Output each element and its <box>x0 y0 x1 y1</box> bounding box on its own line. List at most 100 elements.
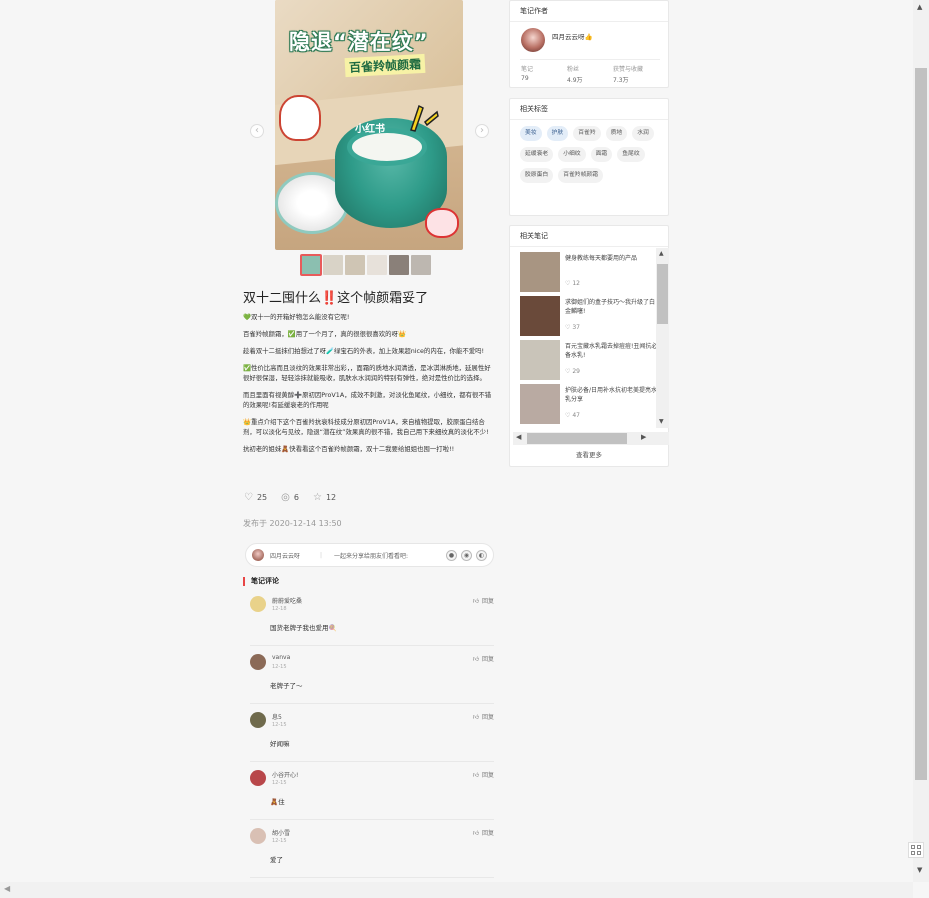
avatar[interactable] <box>250 712 266 728</box>
image-thumbnail[interactable] <box>367 255 387 275</box>
tag-chip[interactable]: 面霜 <box>590 147 613 162</box>
related-vertical-scrollbar[interactable]: ▲ ▼ <box>656 248 669 428</box>
scroll-up-icon[interactable]: ▲ <box>659 250 664 257</box>
related-note-item[interactable]: 求御姐们的盒子技巧～我升级了白金麟噻! ♡ 37 <box>520 296 660 338</box>
cover-image[interactable]: 隐退“潜在纹” 百雀羚帧颜霜 小红书 <box>275 0 463 250</box>
reply-button[interactable]: 👍︎ 回复 <box>473 770 494 780</box>
scroll-up-icon[interactable]: ▲ <box>917 3 922 11</box>
thumb-up-icon[interactable]: 👍︎ <box>473 771 479 779</box>
avatar[interactable] <box>252 549 264 561</box>
scroll-left-icon[interactable]: ◀ <box>4 884 10 893</box>
comment-author[interactable]: 蔚蔚爱吃桑 <box>272 596 302 605</box>
comment-text: 爱了 <box>270 856 283 864</box>
share-author-name[interactable]: 四月云云呀 <box>270 551 300 560</box>
scroll-down-icon[interactable]: ▼ <box>917 866 922 874</box>
related-note-item[interactable]: 健身教练每天都要用的产品 ♡ 12 <box>520 252 660 294</box>
reply-button[interactable]: 👍︎ 回复 <box>473 828 494 838</box>
prev-image-button[interactable]: ‹ <box>250 124 264 138</box>
related-note-item[interactable]: 百元宝藏水乳霜去掉痘痘!丑闻抗必备水乳! ♡ 29 <box>520 340 660 382</box>
comment-author[interactable]: 息5 <box>272 712 282 721</box>
body-paragraph: ✅性价比高而且淡纹的效果非常出彩，，面霜的质地水润清透，是冰淇淋质地，延展性好很… <box>243 364 491 382</box>
see-more-link[interactable]: 查看更多 <box>510 449 668 459</box>
tag-chip[interactable]: 鱼尾纹 <box>617 147 645 162</box>
comment-text: 🧸住 <box>270 798 285 806</box>
scroll-left-icon[interactable]: ◀ <box>516 433 521 441</box>
wechat-share-icon[interactable]: ● <box>446 549 457 561</box>
star-icon: ☆ <box>312 492 322 503</box>
scroll-right-icon[interactable]: ▶ <box>641 433 646 441</box>
tag-chip[interactable]: 水润 <box>632 126 654 141</box>
note-title: 双十二囤什么‼️这个帧颜霜妥了 <box>243 291 429 306</box>
comment-author[interactable]: vanva <box>272 654 290 661</box>
related-note-cover[interactable] <box>520 384 560 424</box>
author-avatar[interactable] <box>521 28 545 52</box>
thumb-up-icon[interactable]: 👍︎ <box>473 829 479 837</box>
collect-button[interactable]: ☆ 12 <box>313 492 336 503</box>
scroll-down-icon[interactable]: ▼ <box>659 418 664 425</box>
reply-button[interactable]: 👍︎ 回复 <box>473 596 494 606</box>
stat-label: 获赞与收藏 <box>613 66 644 73</box>
image-thumbnail[interactable] <box>345 255 365 275</box>
share-divider: | <box>320 551 323 559</box>
related-horizontal-scrollbar[interactable]: ◀ ▶ <box>513 432 669 445</box>
tag-chip[interactable]: 百雀羚 <box>573 126 601 141</box>
comment-author[interactable]: 胡小雪 <box>272 828 290 837</box>
related-note-likes: ♡ 37 <box>565 324 580 331</box>
tag-chip[interactable]: 百雀羚帧颜霜 <box>558 168 603 183</box>
comment-author[interactable]: 小谷开心! <box>272 770 298 779</box>
thumb-up-icon[interactable]: 👍︎ <box>473 597 479 605</box>
image-thumbnail[interactable] <box>389 255 409 275</box>
tag-chip[interactable]: 护肤 <box>546 126 569 141</box>
page-vertical-scrollbar[interactable]: ▲ ▼ <box>913 0 929 882</box>
cartoon-sticker <box>279 95 321 141</box>
share-hint: 一起来分享给朋友们看看吧: <box>334 552 409 560</box>
next-image-button[interactable]: › <box>475 124 489 138</box>
heart-icon: ♡ <box>565 368 571 375</box>
avatar[interactable] <box>250 654 266 670</box>
related-note-title[interactable]: 百元宝藏水乳霜去掉痘痘!丑闻抗必备水乳! <box>565 342 660 362</box>
tag-chip[interactable]: 胶原蛋白 <box>520 168 554 183</box>
like-count: 25 <box>256 493 268 502</box>
qr-code-icon[interactable] <box>908 842 924 858</box>
heart-icon: ♡ <box>244 492 253 503</box>
tag-chip[interactable]: 质地 <box>605 126 628 141</box>
related-note-title[interactable]: 求御姐们的盒子技巧～我升级了白金麟噻! <box>565 298 660 318</box>
related-note-cover[interactable] <box>520 296 560 336</box>
avatar[interactable] <box>250 770 266 786</box>
weibo-share-icon[interactable]: ◐ <box>476 549 487 561</box>
related-note-cover[interactable] <box>520 340 560 380</box>
stat-label: 笔记 <box>521 66 534 73</box>
related-note-cover[interactable] <box>520 252 560 292</box>
related-note-title[interactable]: 护肤必备/日用补水抗初老美提亮水乳分享 <box>565 386 660 406</box>
comment-count: 6 <box>293 493 299 502</box>
comment-time: 12-15 <box>272 780 287 786</box>
author-stat-fans: 粉丝 4.9万 <box>567 64 583 84</box>
related-note-likes: ♡ 12 <box>565 280 580 287</box>
image-thumbnail[interactable] <box>300 254 322 276</box>
reply-button[interactable]: 👍︎ 回复 <box>473 654 494 664</box>
thumb-up-icon[interactable]: 👍︎ <box>473 713 479 721</box>
like-button[interactable]: ♡ 25 <box>244 492 267 503</box>
author-name[interactable]: 四月云云呀👍 <box>552 31 593 41</box>
heart-icon: ♡ <box>565 324 571 331</box>
body-paragraph: 而且里面有视黄醇➕原初因ProV1A，成效不刺激，对淡化鱼尾纹，小细纹，都有很不… <box>243 391 492 409</box>
avatar[interactable] <box>250 596 266 612</box>
tag-chip[interactable]: 美妆 <box>520 126 542 141</box>
avatar[interactable] <box>250 828 266 844</box>
scrollbar-thumb[interactable] <box>657 264 668 324</box>
scrollbar-thumb[interactable] <box>527 433 627 444</box>
share-bar: 四月云云呀 | 一起来分享给朋友们看看吧: ● ◉ ◐ <box>245 543 494 567</box>
related-note-title[interactable]: 健身教练每天都要用的产品 <box>565 254 660 274</box>
reply-button[interactable]: 👍︎ 回复 <box>473 712 494 722</box>
cover-title: 隐退“潜在纹” <box>289 30 429 54</box>
thumb-up-icon[interactable]: 👍︎ <box>473 655 479 663</box>
scrollbar-thumb[interactable] <box>915 68 927 780</box>
page-horizontal-scrollbar[interactable]: ◀ <box>0 882 913 898</box>
related-note-item[interactable]: 护肤必备/日用补水抗初老美提亮水乳分享 ♡ 47 <box>520 384 660 426</box>
tag-chip[interactable]: 小细纹 <box>558 147 586 162</box>
moments-share-icon[interactable]: ◉ <box>461 549 472 561</box>
image-thumbnail[interactable] <box>323 255 343 275</box>
comment-button[interactable]: ◎ 6 <box>281 492 299 503</box>
image-thumbnail[interactable] <box>411 255 431 275</box>
tag-chip[interactable]: 延缓衰老 <box>520 147 554 162</box>
